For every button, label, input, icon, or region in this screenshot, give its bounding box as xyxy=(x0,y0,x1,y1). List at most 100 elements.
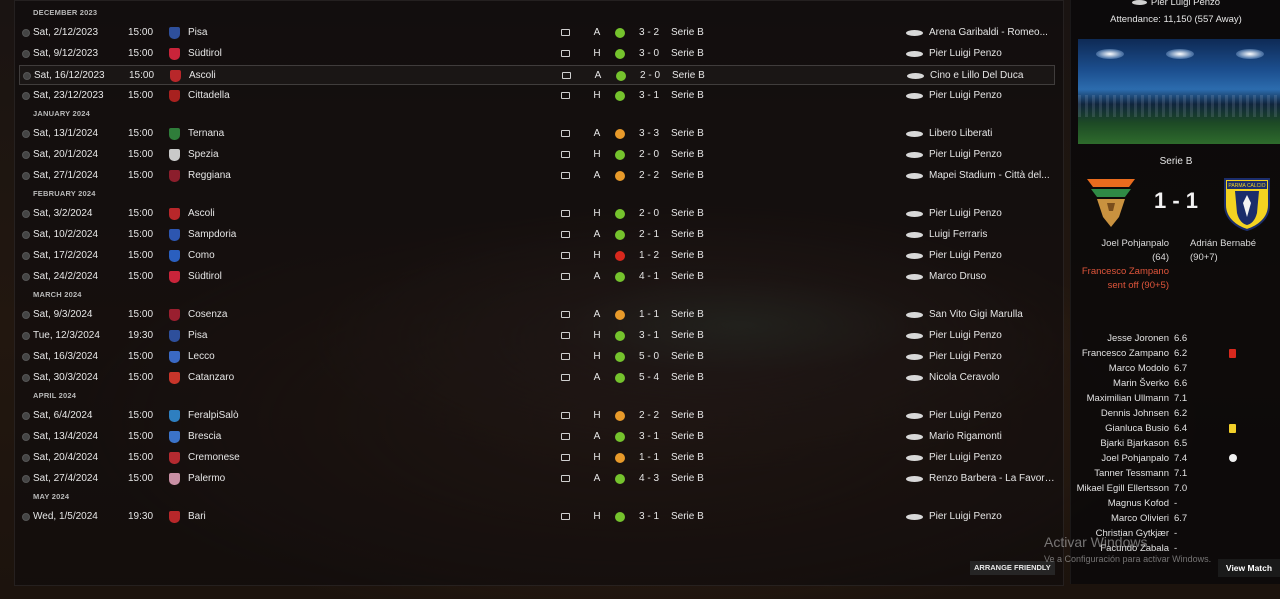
opponent-badge[interactable] xyxy=(169,351,180,363)
fixture-row[interactable]: Sat, 2/12/2023 15:00 Pisa A 3 - 2 Serie B Aren… xyxy=(19,23,1055,43)
player-rating-row[interactable]: Joel Pohjanpalo 7.4 xyxy=(1071,451,1280,466)
player-rating-row[interactable]: Gianluca Busio 6.4 xyxy=(1071,421,1280,436)
competition-name[interactable]: Serie B xyxy=(671,507,704,527)
competition-name[interactable]: Serie B xyxy=(671,166,704,186)
stadium-name[interactable]: Mario Rigamonti xyxy=(929,427,1055,447)
stadium-name[interactable]: Luigi Ferraris xyxy=(929,225,1055,245)
fixture-row[interactable]: Sat, 27/4/2024 15:00 Palermo A 4 - 3 Serie B R… xyxy=(19,469,1055,489)
player-rating-row[interactable]: Tanner Tessmann 7.1 xyxy=(1071,466,1280,481)
fixture-row[interactable]: Sat, 10/2/2024 15:00 Sampdoria A 2 - 1 Serie … xyxy=(19,225,1055,245)
opponent-name[interactable]: Palermo xyxy=(188,469,225,489)
fixture-score[interactable]: 2 - 1 xyxy=(639,225,659,245)
opponent-name[interactable]: Pisa xyxy=(188,326,207,346)
opponent-name[interactable]: Ascoli xyxy=(188,204,215,224)
fixture-row[interactable]: Sat, 6/4/2024 15:00 FeralpiSalò H 2 - 2 Serie… xyxy=(19,406,1055,426)
opponent-name[interactable]: Sampdoria xyxy=(188,225,236,245)
competition-name[interactable]: Serie B xyxy=(672,66,705,86)
fixture-row[interactable]: Sat, 27/1/2024 15:00 Reggiana A 2 - 2 Serie B… xyxy=(19,166,1055,186)
fixture-row[interactable]: Sat, 20/4/2024 15:00 Cremonese H 1 - 1 Serie … xyxy=(19,448,1055,468)
opponent-badge[interactable] xyxy=(169,452,180,464)
fixture-score[interactable]: 2 - 2 xyxy=(639,406,659,426)
fixture-score[interactable]: 3 - 1 xyxy=(639,86,659,106)
fixture-score[interactable]: 2 - 0 xyxy=(639,204,659,224)
opponent-badge[interactable] xyxy=(169,149,180,161)
competition-name[interactable]: Serie B xyxy=(671,347,704,367)
player-rating-row[interactable]: Francesco Zampano 6.2 xyxy=(1071,346,1280,361)
stadium-name[interactable]: Pier Luigi Penzo xyxy=(929,44,1055,64)
stadium-name[interactable]: Pier Luigi Penzo xyxy=(929,246,1055,266)
opponent-badge[interactable] xyxy=(169,309,180,321)
opponent-badge[interactable] xyxy=(169,27,180,39)
competition-name[interactable]: Serie B xyxy=(671,86,704,106)
view-match-button[interactable]: View Match xyxy=(1218,559,1280,577)
stadium-name[interactable]: Renzo Barbera - La Favorita xyxy=(929,469,1055,489)
stadium-name[interactable]: Cino e Lillo Del Duca xyxy=(930,66,1056,86)
opponent-name[interactable]: FeralpiSalò xyxy=(188,406,239,426)
opponent-badge[interactable] xyxy=(169,208,180,220)
opponent-name[interactable]: Cittadella xyxy=(188,86,230,106)
competition-name[interactable]: Serie B xyxy=(671,305,704,325)
fixture-row[interactable]: Sat, 16/12/2023 15:00 Ascoli A 2 - 0 Serie B C… xyxy=(19,65,1055,85)
fixture-score[interactable]: 3 - 1 xyxy=(639,326,659,346)
fixture-row[interactable]: Sat, 13/1/2024 15:00 Ternana A 3 - 3 Serie B L… xyxy=(19,124,1055,144)
competition-name[interactable]: Serie B xyxy=(671,124,704,144)
opponent-badge[interactable] xyxy=(169,90,180,102)
opponent-name[interactable]: Cremonese xyxy=(188,448,240,468)
stadium-name[interactable]: Pier Luigi Penzo xyxy=(929,86,1055,106)
fixture-score[interactable]: 1 - 1 xyxy=(639,305,659,325)
fixture-score[interactable]: 3 - 3 xyxy=(639,124,659,144)
player-rating-row[interactable]: Dennis Johnsen 6.2 xyxy=(1071,406,1280,421)
stadium-name[interactable]: Pier Luigi Penzo xyxy=(929,448,1055,468)
opponent-name[interactable]: Lecco xyxy=(188,347,215,367)
opponent-name[interactable]: Südtirol xyxy=(188,267,222,287)
opponent-name[interactable]: Bari xyxy=(188,507,206,527)
player-rating-row[interactable]: Jesse Joronen 6.6 xyxy=(1071,331,1280,346)
opponent-badge[interactable] xyxy=(169,48,180,60)
opponent-badge[interactable] xyxy=(169,372,180,384)
opponent-badge[interactable] xyxy=(169,170,180,182)
stadium-name[interactable]: Pier Luigi Penzo xyxy=(929,204,1055,224)
fixture-score[interactable]: 3 - 0 xyxy=(639,44,659,64)
stadium-name[interactable]: Pier Luigi Penzo xyxy=(929,326,1055,346)
fixture-row[interactable]: Sat, 20/1/2024 15:00 Spezia H 2 - 0 Serie B Pi… xyxy=(19,145,1055,165)
parma-crest[interactable]: PARMA CALCIO xyxy=(1221,177,1273,231)
opponent-badge[interactable] xyxy=(169,229,180,241)
fixture-score[interactable]: 2 - 0 xyxy=(640,66,660,86)
stadium-name[interactable]: Marco Druso xyxy=(929,267,1055,287)
opponent-badge[interactable] xyxy=(169,128,180,140)
player-rating-row[interactable]: Magnus Kofod - xyxy=(1071,496,1280,511)
competition-name[interactable]: Serie B xyxy=(671,246,704,266)
fixture-row[interactable]: Sat, 9/12/2023 15:00 Südtirol H 3 - 0 Serie B… xyxy=(19,44,1055,64)
fixture-row[interactable]: Sat, 13/4/2024 15:00 Brescia A 3 - 1 Serie B M… xyxy=(19,427,1055,447)
competition-name[interactable]: Serie B xyxy=(671,448,704,468)
competition-name[interactable]: Serie B xyxy=(671,368,704,388)
stadium-name[interactable]: Arena Garibaldi - Romeo... xyxy=(929,23,1055,43)
competition-name[interactable]: Serie B xyxy=(671,145,704,165)
opponent-badge[interactable] xyxy=(169,271,180,283)
fixture-score[interactable]: 5 - 4 xyxy=(639,368,659,388)
competition-name[interactable]: Serie B xyxy=(671,225,704,245)
stadium-name[interactable]: Mapei Stadium - Città del... xyxy=(929,166,1055,186)
opponent-name[interactable]: Como xyxy=(188,246,215,266)
opponent-name[interactable]: Cosenza xyxy=(188,305,227,325)
stadium-name[interactable]: Libero Liberati xyxy=(929,124,1055,144)
opponent-name[interactable]: Spezia xyxy=(188,145,219,165)
fixture-row[interactable]: Sat, 16/3/2024 15:00 Lecco H 5 - 0 Serie B Pie… xyxy=(19,347,1055,367)
player-rating-row[interactable]: Marco Olivieri 6.7 xyxy=(1071,511,1280,526)
fixture-score[interactable]: 1 - 1 xyxy=(639,448,659,468)
player-rating-row[interactable]: Bjarki Bjarkason 6.5 xyxy=(1071,436,1280,451)
fixture-score[interactable]: 4 - 1 xyxy=(639,267,659,287)
stadium-name[interactable]: Pier Luigi Penzo xyxy=(929,406,1055,426)
stadium-name[interactable]: Nicola Ceravolo xyxy=(929,368,1055,388)
opponent-name[interactable]: Reggiana xyxy=(188,166,231,186)
opponent-badge[interactable] xyxy=(169,431,180,443)
stadium-name[interactable]: Pier Luigi Penzo xyxy=(929,507,1055,527)
fixture-row[interactable]: Sat, 17/2/2024 15:00 Como H 1 - 2 Serie B Pier… xyxy=(19,246,1055,266)
opponent-badge[interactable] xyxy=(170,70,181,82)
opponent-name[interactable]: Pisa xyxy=(188,23,207,43)
competition-name[interactable]: Serie B xyxy=(671,427,704,447)
opponent-badge[interactable] xyxy=(169,250,180,262)
player-rating-row[interactable]: Maximilian Ullmann 7.1 xyxy=(1071,391,1280,406)
fixture-row[interactable]: Sat, 30/3/2024 15:00 Catanzaro A 5 - 4 Serie … xyxy=(19,368,1055,388)
fixture-score[interactable]: 2 - 2 xyxy=(639,166,659,186)
